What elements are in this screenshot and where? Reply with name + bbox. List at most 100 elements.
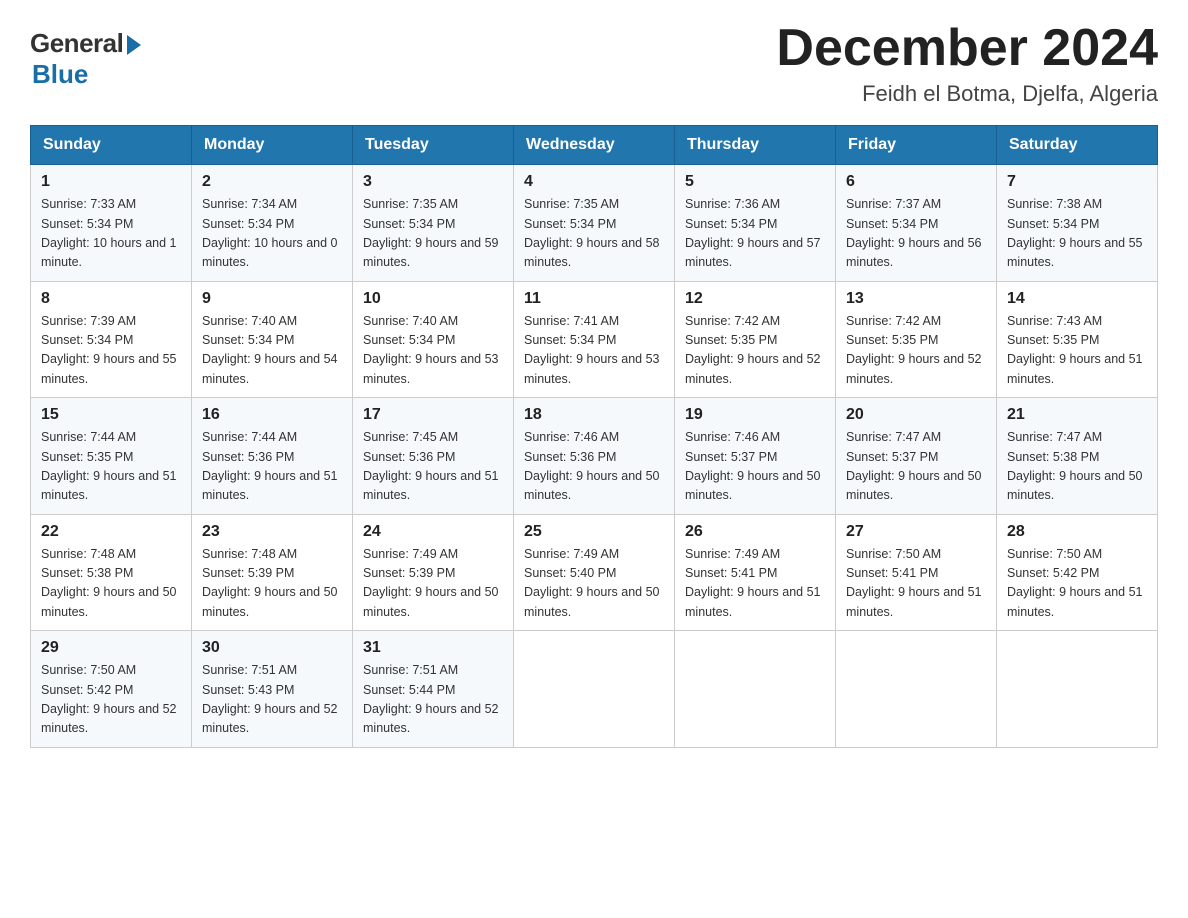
table-cell bbox=[675, 631, 836, 748]
month-year-title: December 2024 bbox=[776, 20, 1158, 77]
day-info: Sunrise: 7:49 AMSunset: 5:39 PMDaylight:… bbox=[363, 545, 503, 623]
day-number: 23 bbox=[202, 523, 342, 541]
day-info: Sunrise: 7:40 AMSunset: 5:34 PMDaylight:… bbox=[363, 312, 503, 390]
day-info: Sunrise: 7:41 AMSunset: 5:34 PMDaylight:… bbox=[524, 312, 664, 390]
logo-blue-text: Blue bbox=[32, 59, 88, 90]
calendar-table: SundayMondayTuesdayWednesdayThursdayFrid… bbox=[30, 125, 1158, 748]
day-number: 22 bbox=[41, 523, 181, 541]
table-cell: 29 Sunrise: 7:50 AMSunset: 5:42 PMDaylig… bbox=[31, 631, 192, 748]
table-cell bbox=[836, 631, 997, 748]
weekday-header-thursday: Thursday bbox=[675, 126, 836, 165]
day-info: Sunrise: 7:35 AMSunset: 5:34 PMDaylight:… bbox=[363, 195, 503, 273]
table-cell: 18 Sunrise: 7:46 AMSunset: 5:36 PMDaylig… bbox=[514, 398, 675, 515]
day-number: 24 bbox=[363, 523, 503, 541]
day-info: Sunrise: 7:47 AMSunset: 5:38 PMDaylight:… bbox=[1007, 428, 1147, 506]
day-number: 9 bbox=[202, 290, 342, 308]
table-cell: 11 Sunrise: 7:41 AMSunset: 5:34 PMDaylig… bbox=[514, 281, 675, 398]
day-info: Sunrise: 7:50 AMSunset: 5:41 PMDaylight:… bbox=[846, 545, 986, 623]
table-cell bbox=[514, 631, 675, 748]
weekday-header-friday: Friday bbox=[836, 126, 997, 165]
day-number: 14 bbox=[1007, 290, 1147, 308]
day-number: 28 bbox=[1007, 523, 1147, 541]
table-cell: 2 Sunrise: 7:34 AMSunset: 5:34 PMDayligh… bbox=[192, 165, 353, 282]
weekday-header-monday: Monday bbox=[192, 126, 353, 165]
day-info: Sunrise: 7:50 AMSunset: 5:42 PMDaylight:… bbox=[41, 661, 181, 739]
table-cell: 25 Sunrise: 7:49 AMSunset: 5:40 PMDaylig… bbox=[514, 514, 675, 631]
table-cell: 19 Sunrise: 7:46 AMSunset: 5:37 PMDaylig… bbox=[675, 398, 836, 515]
table-cell: 7 Sunrise: 7:38 AMSunset: 5:34 PMDayligh… bbox=[997, 165, 1158, 282]
day-number: 15 bbox=[41, 406, 181, 424]
day-info: Sunrise: 7:36 AMSunset: 5:34 PMDaylight:… bbox=[685, 195, 825, 273]
day-info: Sunrise: 7:47 AMSunset: 5:37 PMDaylight:… bbox=[846, 428, 986, 506]
table-cell: 12 Sunrise: 7:42 AMSunset: 5:35 PMDaylig… bbox=[675, 281, 836, 398]
weekday-header-saturday: Saturday bbox=[997, 126, 1158, 165]
day-info: Sunrise: 7:51 AMSunset: 5:44 PMDaylight:… bbox=[363, 661, 503, 739]
day-info: Sunrise: 7:44 AMSunset: 5:36 PMDaylight:… bbox=[202, 428, 342, 506]
day-number: 13 bbox=[846, 290, 986, 308]
day-info: Sunrise: 7:48 AMSunset: 5:38 PMDaylight:… bbox=[41, 545, 181, 623]
table-cell: 30 Sunrise: 7:51 AMSunset: 5:43 PMDaylig… bbox=[192, 631, 353, 748]
table-cell: 20 Sunrise: 7:47 AMSunset: 5:37 PMDaylig… bbox=[836, 398, 997, 515]
day-number: 8 bbox=[41, 290, 181, 308]
week-row-4: 22 Sunrise: 7:48 AMSunset: 5:38 PMDaylig… bbox=[31, 514, 1158, 631]
day-info: Sunrise: 7:46 AMSunset: 5:36 PMDaylight:… bbox=[524, 428, 664, 506]
day-number: 6 bbox=[846, 173, 986, 191]
day-info: Sunrise: 7:49 AMSunset: 5:40 PMDaylight:… bbox=[524, 545, 664, 623]
location-subtitle: Feidh el Botma, Djelfa, Algeria bbox=[776, 81, 1158, 107]
header: General Blue December 2024 Feidh el Botm… bbox=[30, 20, 1158, 107]
weekday-header-row: SundayMondayTuesdayWednesdayThursdayFrid… bbox=[31, 126, 1158, 165]
day-info: Sunrise: 7:39 AMSunset: 5:34 PMDaylight:… bbox=[41, 312, 181, 390]
day-number: 4 bbox=[524, 173, 664, 191]
table-cell bbox=[997, 631, 1158, 748]
table-cell: 22 Sunrise: 7:48 AMSunset: 5:38 PMDaylig… bbox=[31, 514, 192, 631]
day-number: 21 bbox=[1007, 406, 1147, 424]
day-number: 10 bbox=[363, 290, 503, 308]
day-info: Sunrise: 7:42 AMSunset: 5:35 PMDaylight:… bbox=[685, 312, 825, 390]
title-area: December 2024 Feidh el Botma, Djelfa, Al… bbox=[776, 20, 1158, 107]
day-number: 31 bbox=[363, 639, 503, 657]
day-number: 26 bbox=[685, 523, 825, 541]
day-info: Sunrise: 7:37 AMSunset: 5:34 PMDaylight:… bbox=[846, 195, 986, 273]
weekday-header-wednesday: Wednesday bbox=[514, 126, 675, 165]
day-info: Sunrise: 7:46 AMSunset: 5:37 PMDaylight:… bbox=[685, 428, 825, 506]
table-cell: 31 Sunrise: 7:51 AMSunset: 5:44 PMDaylig… bbox=[353, 631, 514, 748]
day-number: 12 bbox=[685, 290, 825, 308]
day-info: Sunrise: 7:35 AMSunset: 5:34 PMDaylight:… bbox=[524, 195, 664, 273]
table-cell: 17 Sunrise: 7:45 AMSunset: 5:36 PMDaylig… bbox=[353, 398, 514, 515]
weekday-header-sunday: Sunday bbox=[31, 126, 192, 165]
table-cell: 9 Sunrise: 7:40 AMSunset: 5:34 PMDayligh… bbox=[192, 281, 353, 398]
week-row-2: 8 Sunrise: 7:39 AMSunset: 5:34 PMDayligh… bbox=[31, 281, 1158, 398]
week-row-3: 15 Sunrise: 7:44 AMSunset: 5:35 PMDaylig… bbox=[31, 398, 1158, 515]
day-number: 5 bbox=[685, 173, 825, 191]
table-cell: 21 Sunrise: 7:47 AMSunset: 5:38 PMDaylig… bbox=[997, 398, 1158, 515]
logo: General Blue bbox=[30, 28, 141, 90]
day-info: Sunrise: 7:33 AMSunset: 5:34 PMDaylight:… bbox=[41, 195, 181, 273]
day-number: 11 bbox=[524, 290, 664, 308]
day-number: 2 bbox=[202, 173, 342, 191]
day-number: 19 bbox=[685, 406, 825, 424]
table-cell: 6 Sunrise: 7:37 AMSunset: 5:34 PMDayligh… bbox=[836, 165, 997, 282]
day-info: Sunrise: 7:49 AMSunset: 5:41 PMDaylight:… bbox=[685, 545, 825, 623]
day-number: 16 bbox=[202, 406, 342, 424]
day-info: Sunrise: 7:42 AMSunset: 5:35 PMDaylight:… bbox=[846, 312, 986, 390]
week-row-1: 1 Sunrise: 7:33 AMSunset: 5:34 PMDayligh… bbox=[31, 165, 1158, 282]
table-cell: 27 Sunrise: 7:50 AMSunset: 5:41 PMDaylig… bbox=[836, 514, 997, 631]
table-cell: 14 Sunrise: 7:43 AMSunset: 5:35 PMDaylig… bbox=[997, 281, 1158, 398]
day-number: 25 bbox=[524, 523, 664, 541]
day-number: 30 bbox=[202, 639, 342, 657]
day-info: Sunrise: 7:43 AMSunset: 5:35 PMDaylight:… bbox=[1007, 312, 1147, 390]
day-number: 18 bbox=[524, 406, 664, 424]
day-info: Sunrise: 7:50 AMSunset: 5:42 PMDaylight:… bbox=[1007, 545, 1147, 623]
day-info: Sunrise: 7:38 AMSunset: 5:34 PMDaylight:… bbox=[1007, 195, 1147, 273]
day-number: 3 bbox=[363, 173, 503, 191]
day-info: Sunrise: 7:40 AMSunset: 5:34 PMDaylight:… bbox=[202, 312, 342, 390]
day-info: Sunrise: 7:45 AMSunset: 5:36 PMDaylight:… bbox=[363, 428, 503, 506]
week-row-5: 29 Sunrise: 7:50 AMSunset: 5:42 PMDaylig… bbox=[31, 631, 1158, 748]
day-number: 29 bbox=[41, 639, 181, 657]
table-cell: 1 Sunrise: 7:33 AMSunset: 5:34 PMDayligh… bbox=[31, 165, 192, 282]
day-number: 20 bbox=[846, 406, 986, 424]
day-number: 27 bbox=[846, 523, 986, 541]
logo-arrow-icon bbox=[127, 35, 141, 55]
day-info: Sunrise: 7:44 AMSunset: 5:35 PMDaylight:… bbox=[41, 428, 181, 506]
table-cell: 8 Sunrise: 7:39 AMSunset: 5:34 PMDayligh… bbox=[31, 281, 192, 398]
